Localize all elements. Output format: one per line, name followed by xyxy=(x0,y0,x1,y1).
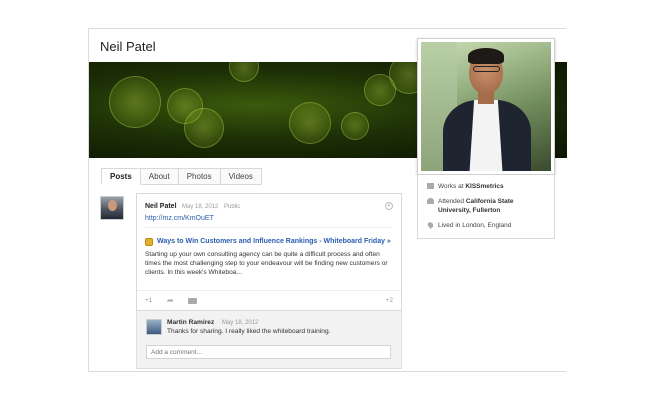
post-card: Neil Patel May 18, 2012 Public ▾ http://… xyxy=(136,193,402,311)
cover-bokeh xyxy=(229,62,259,82)
work-prefix: Works at xyxy=(438,183,464,190)
profile-name: Neil Patel xyxy=(100,39,156,54)
comment-date: May 18, 2012 xyxy=(222,320,259,326)
about-home: Lived in London, England xyxy=(426,221,512,230)
edu-school-line1[interactable]: California State xyxy=(466,198,514,205)
chevron-down-icon[interactable]: ▾ xyxy=(385,202,393,210)
photo-hair xyxy=(468,48,504,64)
post-author-name[interactable]: Neil Patel xyxy=(145,203,177,210)
edu-school-line2[interactable]: University, Fullerton xyxy=(438,207,500,214)
tab-about[interactable]: About xyxy=(140,168,179,185)
briefcase-icon xyxy=(427,183,434,189)
about-education: Attended California State University, Fu… xyxy=(427,197,514,215)
add-comment-input[interactable] xyxy=(146,345,391,359)
post-actions: +1 ➦ +2 xyxy=(137,290,401,310)
shared-link-title[interactable]: Ways to Win Customers and Influence Rank… xyxy=(157,238,391,245)
graduation-cap-icon xyxy=(427,198,434,204)
about-work: Works at KISSmetrics xyxy=(427,182,504,191)
post-author-avatar[interactable] xyxy=(100,196,124,220)
post-visibility: Public xyxy=(224,204,241,210)
share-arrow-icon[interactable]: ➦ xyxy=(167,297,174,305)
shared-link-row: Ways to Win Customers and Influence Rank… xyxy=(145,238,399,248)
cover-bokeh xyxy=(184,108,224,148)
profile-photo-image xyxy=(421,42,551,171)
hangout-icon[interactable] xyxy=(188,298,197,304)
work-company[interactable]: KISSmetrics xyxy=(465,183,503,190)
edu-prefix: Attended xyxy=(438,198,465,205)
comment-text: Thanks for sharing. I really liked the w… xyxy=(167,328,331,335)
photo-glasses xyxy=(473,66,500,72)
cover-bokeh xyxy=(341,112,369,140)
plus-one-button[interactable]: +1 xyxy=(145,297,152,304)
home-location: Lived in London, England xyxy=(438,222,512,229)
commenter-avatar[interactable] xyxy=(146,319,162,335)
commenter-name[interactable]: Martin Ramirez xyxy=(167,319,214,326)
post-meta: May 18, 2012 Public xyxy=(182,204,240,210)
post-date[interactable]: May 18, 2012 xyxy=(182,204,218,210)
about-summary: Works at KISSmetrics Attended California… xyxy=(417,175,555,239)
post-divider xyxy=(145,227,393,228)
tab-photos[interactable]: Photos xyxy=(178,168,221,185)
photo-shirt xyxy=(469,100,503,171)
profile-tabs: Posts About Photos Videos xyxy=(101,168,262,185)
shared-link-snippet: Starting up your own consulting agency c… xyxy=(145,251,388,276)
avatar-face xyxy=(108,200,117,211)
tab-videos[interactable]: Videos xyxy=(220,168,262,185)
comments-section: Martin Ramirez May 18, 2012 Thanks for s… xyxy=(136,311,402,369)
cover-bokeh xyxy=(109,76,161,128)
tab-posts[interactable]: Posts xyxy=(101,168,141,185)
location-pin-icon xyxy=(426,221,435,229)
cover-bokeh xyxy=(289,102,331,144)
favicon-icon xyxy=(145,238,153,246)
profile-photo[interactable] xyxy=(417,38,555,175)
post-link[interactable]: http://mz.cm/KmOuET xyxy=(145,215,214,222)
plus-count[interactable]: +2 xyxy=(386,297,393,304)
